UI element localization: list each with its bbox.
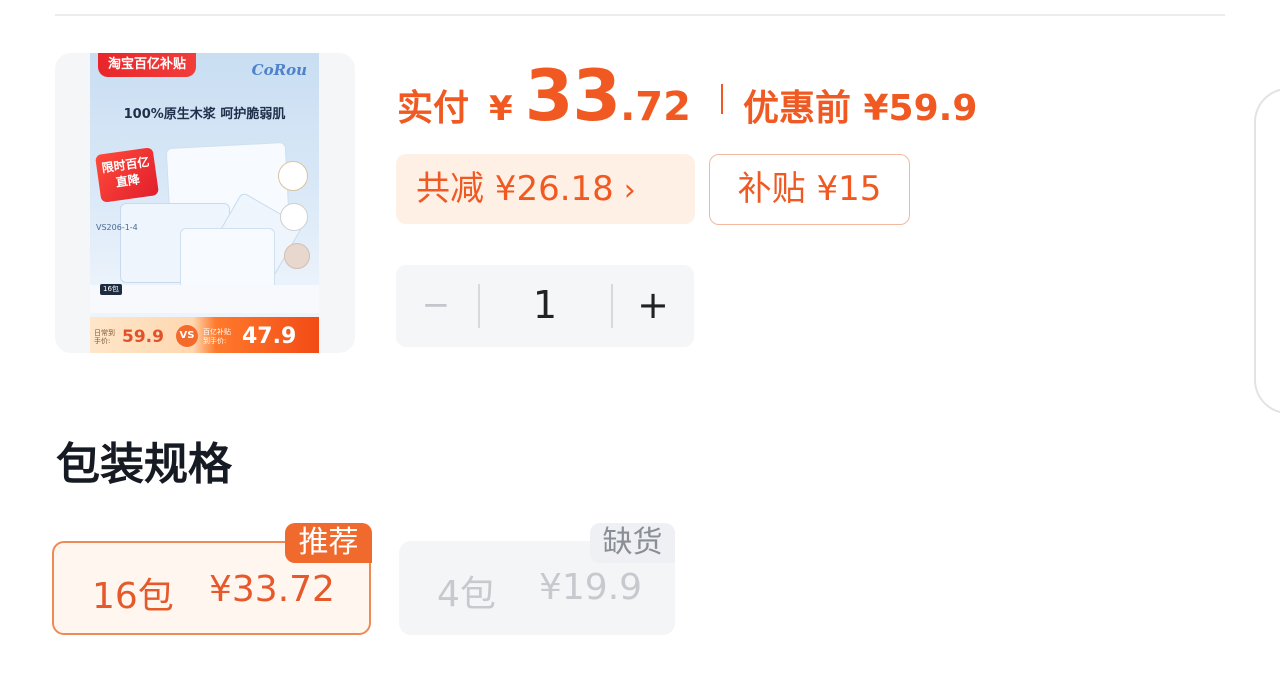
price-integer: 33 (524, 55, 621, 137)
out-of-stock-badge: 缺货 (590, 523, 675, 563)
currency-symbol: ¥ (489, 89, 513, 129)
decrement-button[interactable]: − (416, 265, 456, 347)
total-discount-chip[interactable]: 共减 ¥26.18 › (396, 154, 695, 224)
feature-circle-icon (278, 161, 308, 191)
quantity-value[interactable]: 1 (480, 265, 610, 347)
image-subsidy-price: 47.9 (242, 324, 297, 349)
spec-option-name: 4包 (437, 574, 496, 615)
image-floor (90, 285, 319, 313)
spec-section-title: 包装规格 (56, 439, 232, 490)
price-separator (720, 84, 723, 114)
image-price-strip: 日常到手价: 59.9 VS 百亿补贴 到手价: 47.9 (90, 317, 319, 353)
image-subsidy-badge: 淘宝百亿补贴 (98, 53, 197, 77)
total-discount-label: 共减 ¥26.18 (416, 169, 614, 209)
image-subsidy-label: 百亿补贴 到手价: (203, 328, 231, 345)
chevron-right-icon: › (623, 173, 636, 208)
subsidy-chip: 补贴 ¥15 (709, 154, 910, 225)
increment-button[interactable]: + (633, 265, 673, 347)
quantity-stepper: − 1 + (396, 265, 694, 347)
image-pack-tag: 16包 (100, 284, 122, 295)
image-daily-label: 日常到手价: (94, 329, 115, 345)
image-daily-price: 59.9 (122, 327, 164, 347)
feature-circle-icon (284, 243, 310, 269)
original-price: 优惠前 ¥59.9 (742, 88, 978, 129)
stepper-divider (611, 284, 613, 328)
image-promo-tag: 限时百亿直降 (94, 147, 160, 203)
price-line: 实付 ¥ 33 .72 优惠前 ¥59.9 (397, 55, 978, 137)
sku-selector-sheet: 淘宝百亿补贴 CoRou 100%原生木浆 呵护脆弱肌 限时百亿直降 VS206… (0, 0, 1280, 690)
top-divider (55, 14, 1225, 16)
image-model-code: VS206-1-4 (96, 223, 138, 232)
image-headline: 100%原生木浆 呵护脆弱肌 (123, 107, 286, 122)
product-image[interactable]: 淘宝百亿补贴 CoRou 100%原生木浆 呵护脆弱肌 限时百亿直降 VS206… (90, 53, 319, 353)
pay-label: 实付 (397, 88, 470, 129)
spec-option-price: ¥33.72 (209, 569, 335, 610)
brand-logo: CoRou (251, 61, 307, 79)
recommended-badge: 推荐 (285, 523, 372, 563)
price-decimal: .72 (620, 84, 691, 130)
vs-icon: VS (176, 325, 198, 347)
feature-circle-icon (280, 203, 308, 231)
spec-option-name: 16包 (92, 576, 174, 617)
side-panel-edge (1254, 88, 1280, 414)
product-thumbnail-card[interactable]: 淘宝百亿补贴 CoRou 100%原生木浆 呵护脆弱肌 限时百亿直降 VS206… (55, 53, 355, 353)
spec-option-price: ¥19.9 (539, 567, 643, 608)
